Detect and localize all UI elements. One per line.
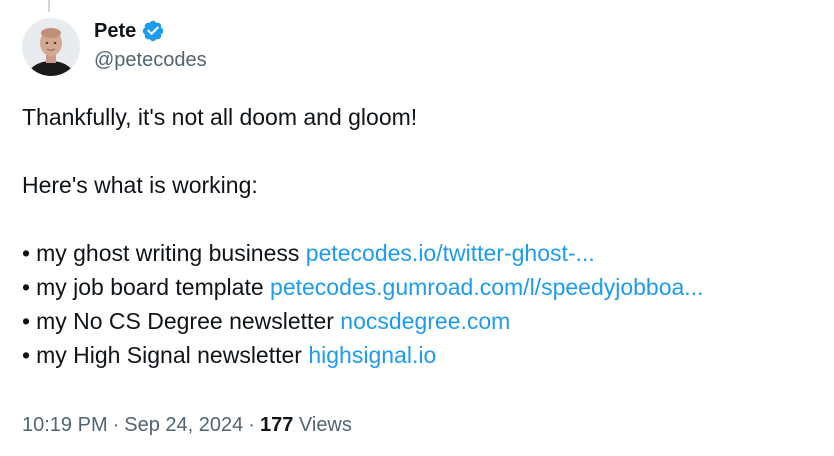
separator-dot: · <box>112 414 120 436</box>
list-item-text: my job board template <box>36 274 264 300</box>
views-count[interactable]: 177 <box>260 414 293 436</box>
list-item-text: my High Signal newsletter <box>36 342 302 368</box>
nocsdegree-link[interactable]: nocsdegree.com <box>340 308 510 334</box>
author-display-name[interactable]: Pete <box>94 18 136 44</box>
bullet-icon: • <box>22 240 31 266</box>
list-item: • my No CS Degree newsletter nocsdegree.c… <box>22 304 703 338</box>
author-handle[interactable]: @petecodes <box>94 46 207 74</box>
list-item: • my ghost writing business petecodes.io/… <box>22 236 703 270</box>
highsignal-link[interactable]: highsignal.io <box>308 342 436 368</box>
list-item-text: my No CS Degree newsletter <box>36 308 334 334</box>
bullet-icon: • <box>22 308 31 334</box>
views-label[interactable]: Views <box>299 414 352 436</box>
avatar-image <box>22 18 80 76</box>
separator-dot: · <box>248 414 255 436</box>
list-item: • my High Signal newsletter highsignal.io <box>22 338 703 372</box>
ghost-writing-link[interactable]: petecodes.io/twitter-ghost-... <box>306 240 595 266</box>
tweet-body: Thankfully, it's not all doom and gloom!… <box>22 100 703 372</box>
tweet-header: Pete @petecodes <box>22 18 207 76</box>
thread-connector-line <box>48 0 50 12</box>
list-item: • my job board template petecodes.gumroad… <box>22 270 703 304</box>
list-item-text: my ghost writing business <box>36 240 300 266</box>
tweet-lead: Here's what is working: <box>22 172 258 198</box>
tweet-date[interactable]: Sep 24, 2024 <box>124 414 243 436</box>
author-names: Pete @petecodes <box>94 18 207 74</box>
avatar[interactable] <box>22 18 80 76</box>
tweet-time[interactable]: 10:19 PM <box>22 414 108 436</box>
bullet-icon: • <box>22 342 31 368</box>
name-row: Pete <box>94 18 207 44</box>
bullet-icon: • <box>22 274 31 300</box>
verified-badge-icon[interactable] <box>141 19 165 43</box>
tweet-intro: Thankfully, it's not all doom and gloom! <box>22 104 418 130</box>
tweet-meta: 10:19 PM · Sep 24, 2024 · 177 Views <box>22 410 352 440</box>
job-board-link[interactable]: petecodes.gumroad.com/l/speedyjobboa... <box>270 274 703 300</box>
